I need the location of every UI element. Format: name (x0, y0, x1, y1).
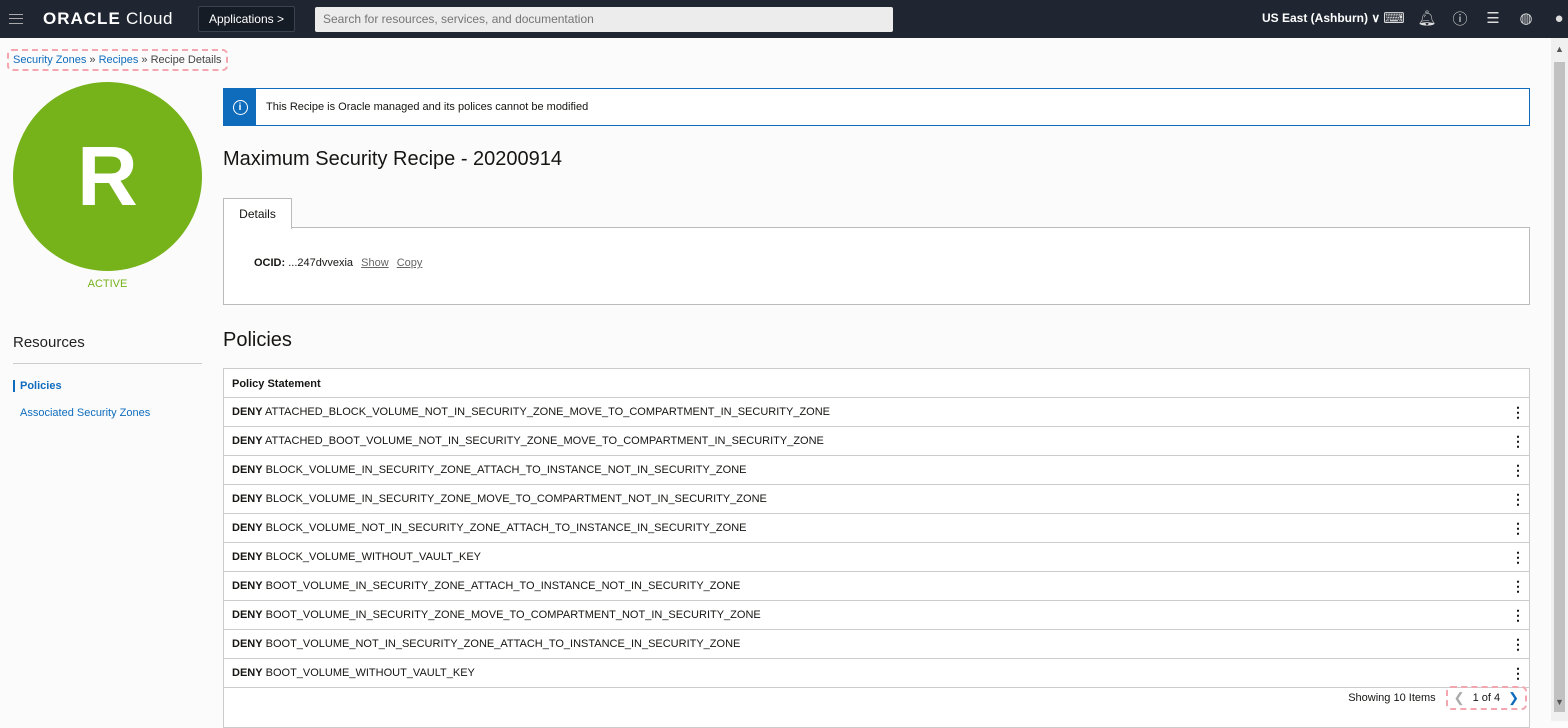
scroll-up-icon[interactable]: ▲ (1555, 44, 1564, 54)
policy-name: BLOCK_VOLUME_IN_SECURITY_ZONE_ATTACH_TO_… (265, 464, 747, 476)
table-row: DENY BLOCK_VOLUME_WITHOUT_VAULT_KEY ⋮ (224, 543, 1529, 572)
info-text: This Recipe is Oracle managed and its po… (266, 101, 589, 113)
search-input[interactable] (314, 6, 893, 32)
row-actions-kebab-icon[interactable]: ⋮ (1511, 578, 1525, 595)
breadcrumb-sep: » (86, 54, 99, 66)
ocid-copy-link[interactable]: Copy (397, 257, 423, 269)
prev-page-icon[interactable]: ❮ (1454, 690, 1465, 706)
policy-action: DENY (232, 667, 263, 679)
breadcrumb-current: Recipe Details (150, 54, 222, 66)
divider (13, 363, 202, 364)
breadcrumb-security-zones[interactable]: Security Zones (13, 54, 86, 66)
resource-link-associated-security-zones[interactable]: Associated Security Zones (13, 407, 150, 419)
policy-statement: DENY BOOT_VOLUME_NOT_IN_SECURITY_ZONE_AT… (232, 638, 740, 650)
table-row: DENY BOOT_VOLUME_IN_SECURITY_ZONE_ATTACH… (224, 572, 1529, 601)
next-page-icon[interactable]: ❯ (1508, 690, 1519, 706)
policy-name: BLOCK_VOLUME_NOT_IN_SECURITY_ZONE_ATTACH… (265, 522, 747, 534)
policy-action: DENY (232, 406, 263, 418)
policy-statement: DENY BLOCK_VOLUME_WITHOUT_VAULT_KEY (232, 551, 481, 563)
items-count: Showing 10 Items (1348, 692, 1436, 704)
table-row: DENY BLOCK_VOLUME_IN_SECURITY_ZONE_ATTAC… (224, 456, 1529, 485)
help-icon[interactable]: ⓘ (1450, 8, 1470, 28)
policy-statement: DENY BOOT_VOLUME_IN_SECURITY_ZONE_MOVE_T… (232, 609, 761, 621)
policy-action: DENY (232, 435, 263, 447)
scroll-down-icon[interactable]: ▼ (1555, 697, 1564, 707)
applications-button[interactable]: Applications > (197, 6, 295, 32)
policy-action: DENY (232, 580, 263, 592)
policy-name: ATTACHED_BLOCK_VOLUME_NOT_IN_SECURITY_ZO… (265, 406, 831, 418)
breadcrumb: Security Zones » Recipes » Recipe Detail… (7, 49, 228, 71)
policies-title: Policies (223, 329, 292, 351)
policy-name: BOOT_VOLUME_IN_SECURITY_ZONE_MOVE_TO_COM… (265, 609, 761, 621)
policy-name: ATTACHED_BOOT_VOLUME_NOT_IN_SECURITY_ZON… (265, 435, 824, 447)
breadcrumb-recipes[interactable]: Recipes (99, 54, 139, 66)
policy-name: BOOT_VOLUME_WITHOUT_VAULT_KEY (265, 667, 475, 679)
policy-action: DENY (232, 551, 263, 563)
policy-statement: DENY BLOCK_VOLUME_IN_SECURITY_ZONE_ATTAC… (232, 464, 746, 476)
policy-action: DENY (232, 609, 263, 621)
recipe-avatar: R (13, 82, 202, 271)
policy-name: BOOT_VOLUME_IN_SECURITY_ZONE_ATTACH_TO_I… (265, 580, 741, 592)
table-row: DENY BLOCK_VOLUME_NOT_IN_SECURITY_ZONE_A… (224, 514, 1529, 543)
resources-title: Resources (13, 334, 85, 351)
table-row: DENY BLOCK_VOLUME_IN_SECURITY_ZONE_MOVE_… (224, 485, 1529, 514)
language-icon[interactable]: ◍ (1516, 8, 1536, 28)
policy-name: BLOCK_VOLUME_IN_SECURITY_ZONE_MOVE_TO_CO… (265, 493, 767, 505)
policy-statement: DENY BLOCK_VOLUME_IN_SECURITY_ZONE_MOVE_… (232, 493, 767, 505)
page-title: Maximum Security Recipe - 20200914 (223, 148, 563, 170)
vertical-scrollbar[interactable]: ▲ ▼ (1551, 38, 1568, 721)
policy-statement: DENY BOOT_VOLUME_IN_SECURITY_ZONE_ATTACH… (232, 580, 740, 592)
feedback-icon[interactable]: ☰ (1483, 8, 1503, 28)
ocid-label: OCID: (254, 257, 286, 269)
tab-details[interactable]: Details (223, 198, 292, 229)
policy-statement: DENY ATTACHED_BLOCK_VOLUME_NOT_IN_SECURI… (232, 406, 830, 418)
row-actions-kebab-icon[interactable]: ⋮ (1511, 520, 1525, 537)
table-row: DENY BOOT_VOLUME_NOT_IN_SECURITY_ZONE_AT… (224, 630, 1529, 659)
policies-table: Policy Statement DENY ATTACHED_BLOCK_VOL… (223, 368, 1530, 728)
page-indicator: 1 of 4 (1472, 692, 1501, 704)
resource-link-policies[interactable]: Policies (13, 380, 62, 392)
policy-action: DENY (232, 522, 263, 534)
table-row: DENY BOOT_VOLUME_WITHOUT_VAULT_KEY ⋮ (224, 659, 1529, 688)
region-selector[interactable]: US East (Ashburn) ∨ (1262, 11, 1380, 25)
logo-product: Cloud (126, 9, 173, 28)
row-actions-kebab-icon[interactable]: ⋮ (1511, 607, 1525, 624)
table-row: DENY BOOT_VOLUME_IN_SECURITY_ZONE_MOVE_T… (224, 601, 1529, 630)
info-icon: i (232, 99, 248, 115)
policy-action: DENY (232, 493, 263, 505)
ocid-value: ...247dvvexia (288, 257, 354, 269)
policy-statement: DENY ATTACHED_BOOT_VOLUME_NOT_IN_SECURIT… (232, 435, 824, 447)
hamburger-menu-icon[interactable] (9, 14, 23, 24)
oracle-cloud-logo[interactable]: ORACLE Cloud (43, 9, 173, 29)
row-actions-kebab-icon[interactable]: ⋮ (1511, 462, 1525, 479)
column-header-policy-statement: Policy Statement (224, 369, 1529, 398)
row-actions-kebab-icon[interactable]: ⋮ (1511, 636, 1525, 653)
logo-brand: ORACLE (43, 9, 121, 28)
policy-action: DENY (232, 638, 263, 650)
cloud-shell-icon[interactable]: ⌨ (1383, 8, 1405, 28)
row-actions-kebab-icon[interactable]: ⋮ (1511, 404, 1525, 421)
policy-action: DENY (232, 464, 263, 476)
info-banner: i This Recipe is Oracle managed and its … (223, 88, 1530, 126)
notifications-icon[interactable]: 🔔︎ (1417, 8, 1437, 28)
scrollbar-thumb[interactable] (1554, 62, 1565, 712)
table-row: DENY ATTACHED_BLOCK_VOLUME_NOT_IN_SECURI… (224, 398, 1529, 427)
row-actions-kebab-icon[interactable]: ⋮ (1511, 665, 1525, 682)
profile-icon[interactable]: ● (1549, 8, 1568, 28)
row-actions-kebab-icon[interactable]: ⋮ (1511, 433, 1525, 450)
row-actions-kebab-icon[interactable]: ⋮ (1511, 549, 1525, 566)
table-row: DENY ATTACHED_BOOT_VOLUME_NOT_IN_SECURIT… (224, 427, 1529, 456)
policy-name: BLOCK_VOLUME_WITHOUT_VAULT_KEY (265, 551, 481, 563)
ocid-show-link[interactable]: Show (361, 257, 389, 269)
pagination: ❮ 1 of 4 ❯ (1445, 686, 1528, 710)
policy-statement: DENY BOOT_VOLUME_WITHOUT_VAULT_KEY (232, 667, 475, 679)
breadcrumb-sep: » (138, 54, 151, 66)
status-label: ACTIVE (87, 278, 128, 290)
top-navbar: ORACLE Cloud Applications > US East (Ash… (0, 0, 1568, 38)
details-panel: OCID: ...247dvvexia Show Copy (223, 227, 1530, 305)
policy-statement: DENY BLOCK_VOLUME_NOT_IN_SECURITY_ZONE_A… (232, 522, 746, 534)
row-actions-kebab-icon[interactable]: ⋮ (1511, 491, 1525, 508)
policy-name: BOOT_VOLUME_NOT_IN_SECURITY_ZONE_ATTACH_… (265, 638, 741, 650)
